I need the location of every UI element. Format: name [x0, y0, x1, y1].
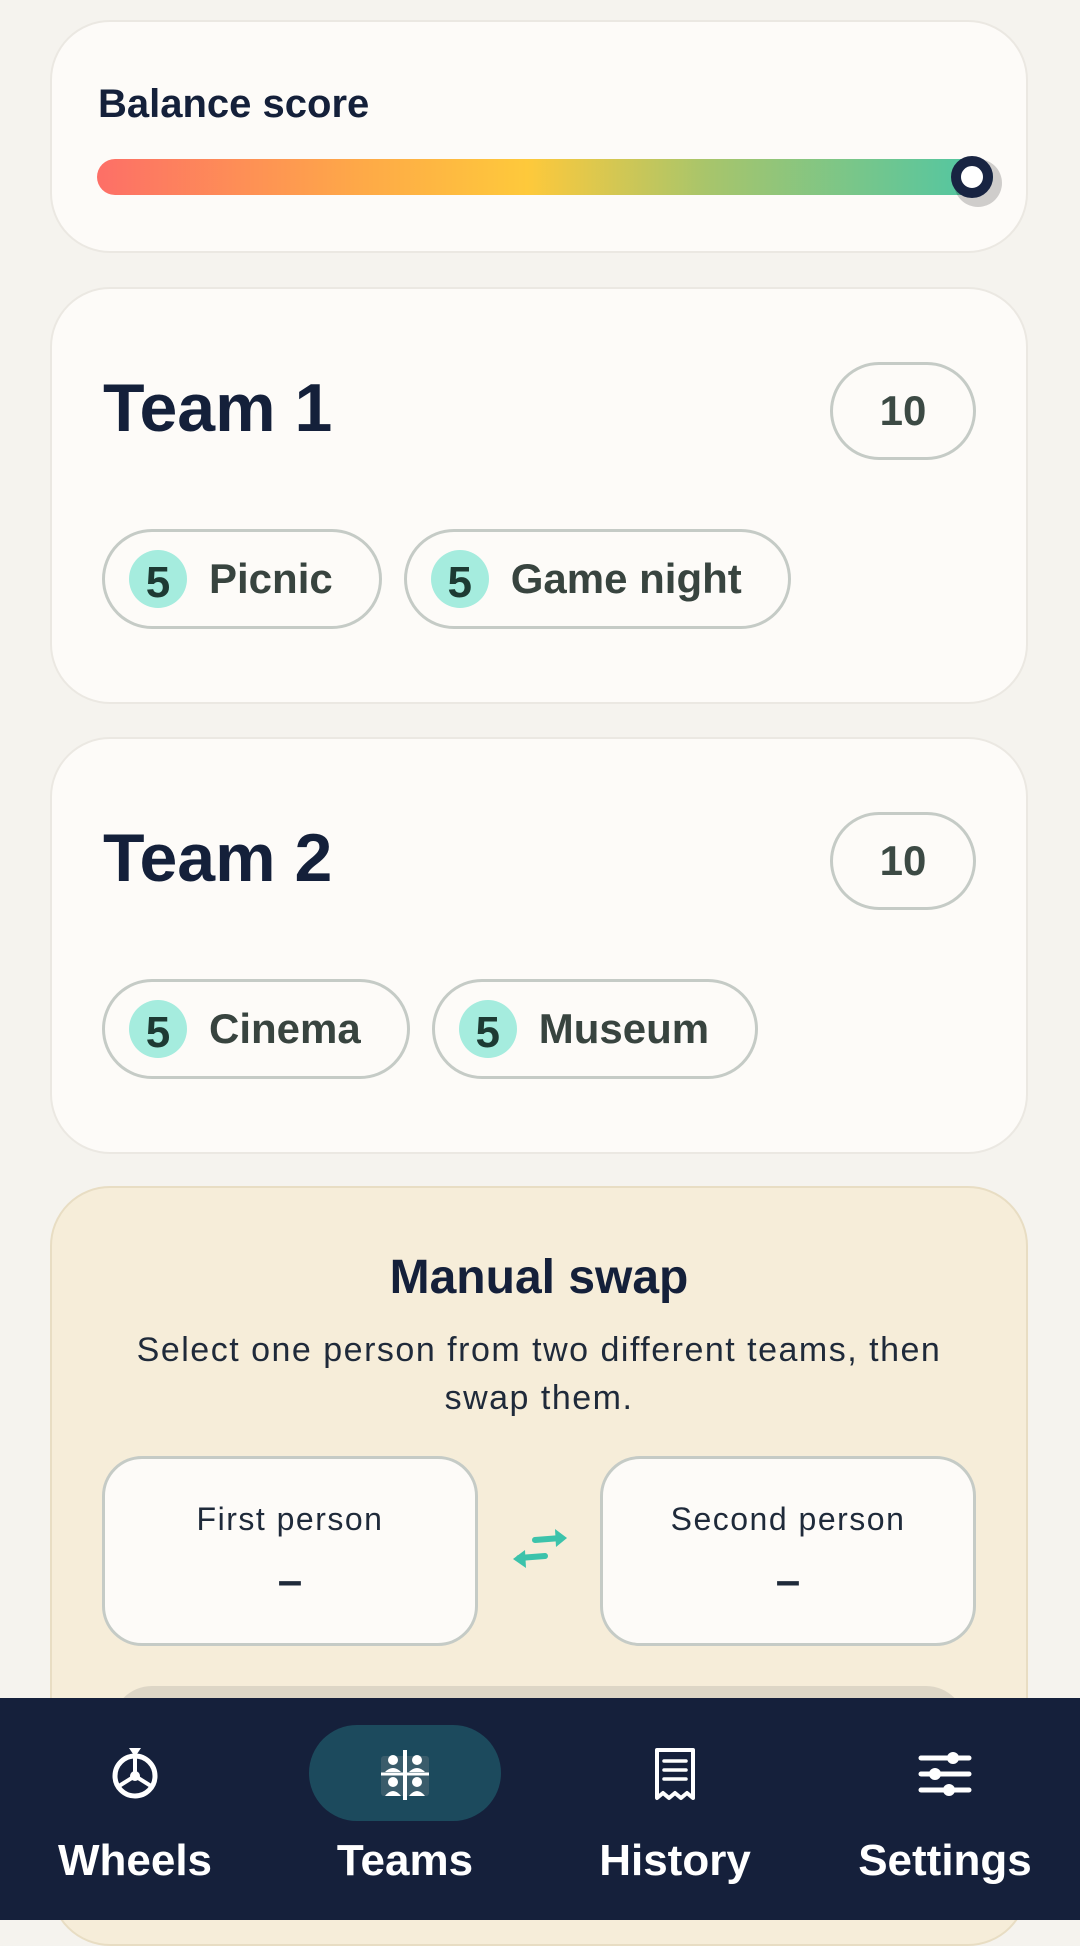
teams-icon [381, 1750, 429, 1800]
activity-label: Picnic [209, 555, 333, 602]
second-person-label: Second person [670, 1501, 906, 1537]
activity-count-badge: 5 [129, 550, 187, 608]
activity-chip[interactable]: 5 Cinema [102, 979, 410, 1079]
swap-arrows-icon [513, 1529, 567, 1568]
team-name: Team 2 [103, 820, 333, 896]
activity-count-badge: 5 [129, 1000, 187, 1058]
nav-item-wheels[interactable]: Wheels [0, 1698, 270, 1920]
balance-score-title: Balance score [98, 82, 370, 126]
activity-chip[interactable]: 5 Game night [403, 529, 791, 629]
nav-label: Wheels [57, 1836, 213, 1885]
activity-count-badge: 5 [430, 550, 489, 608]
bottom-navigation: Wheels Teams History Settings [0, 1698, 1080, 1920]
first-person-label: First person [196, 1501, 384, 1537]
activity-chip[interactable]: 5 Museum [431, 979, 759, 1079]
activity-label: Game night [510, 555, 742, 602]
balance-score-card: Balance score [50, 20, 1028, 253]
second-person-value: – [775, 1556, 801, 1605]
manual-swap-title: Manual swap [389, 1251, 689, 1304]
manual-swap-description: Select one person from two different tea… [136, 1331, 942, 1417]
activity-chip[interactable]: 5 Picnic [102, 529, 382, 629]
sliders-icon [918, 1752, 972, 1796]
activity-label: Cinema [209, 1005, 361, 1052]
nav-label: Settings [858, 1836, 1032, 1885]
nav-item-history[interactable]: History [540, 1698, 810, 1920]
nav-label: History [599, 1836, 751, 1885]
nav-item-settings[interactable]: Settings [810, 1698, 1080, 1920]
activity-label: Museum [538, 1005, 710, 1052]
balance-score-indicator [951, 156, 993, 198]
second-person-slot[interactable]: Second person – [600, 1456, 976, 1646]
nav-label: Teams [336, 1836, 474, 1885]
team-card: Team 1 10 5 Picnic 5 Game night [50, 287, 1028, 704]
balance-score-meter [97, 156, 993, 198]
team-name: Team 1 [103, 370, 333, 446]
wheel-icon [112, 1748, 158, 1799]
team-member-count: 10 [830, 362, 976, 460]
activity-count-badge: 5 [458, 1000, 517, 1058]
team-card: Team 2 10 5 Cinema 5 Museum [50, 737, 1028, 1154]
team-member-count: 10 [830, 812, 976, 910]
first-person-slot[interactable]: First person – [102, 1456, 478, 1646]
nav-item-teams[interactable]: Teams [270, 1698, 540, 1920]
first-person-value: – [277, 1556, 303, 1605]
receipt-icon [655, 1748, 695, 1800]
